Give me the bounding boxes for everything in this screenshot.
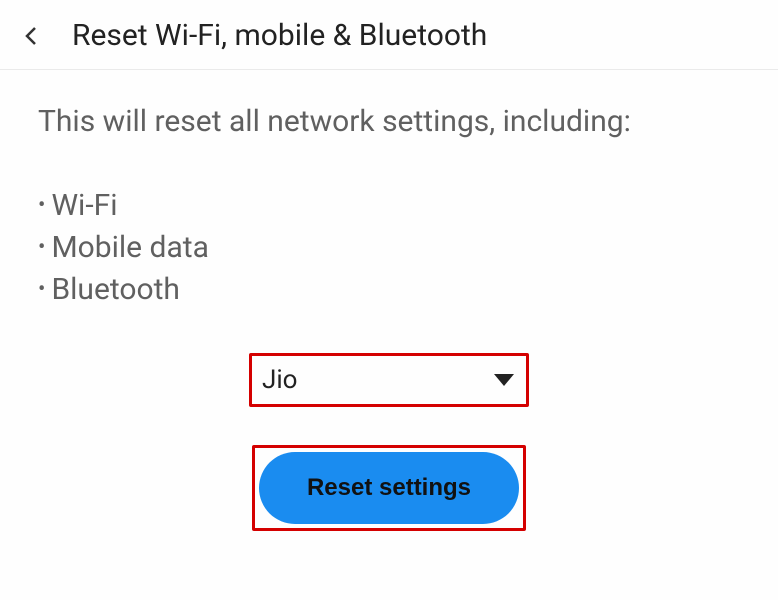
content: This will reset all network settings, in…: [0, 70, 778, 563]
bullet-dot: •: [38, 279, 45, 301]
header: Reset Wi-Fi, mobile & Bluetooth: [0, 0, 778, 70]
bullet-dot: •: [38, 195, 45, 217]
bullet-dot: •: [38, 237, 45, 259]
bullet-list: • Wi-Fi • Mobile data • Bluetooth: [38, 185, 740, 311]
reset-settings-button[interactable]: Reset settings: [259, 452, 519, 524]
dropdown-highlight: Jio: [249, 353, 529, 407]
description-text: This will reset all network settings, in…: [38, 102, 740, 143]
list-item-label: Mobile data: [51, 227, 208, 269]
list-item-label: Bluetooth: [51, 269, 180, 311]
controls: Jio Reset settings: [38, 353, 740, 531]
list-item: • Bluetooth: [38, 269, 740, 311]
button-label: Reset settings: [307, 474, 471, 502]
back-icon[interactable]: [20, 24, 44, 48]
list-item-label: Wi-Fi: [51, 185, 117, 227]
list-item: • Mobile data: [38, 227, 740, 269]
page-title: Reset Wi-Fi, mobile & Bluetooth: [72, 18, 487, 53]
chevron-down-icon: [494, 374, 514, 386]
carrier-dropdown[interactable]: Jio: [254, 358, 524, 402]
button-highlight: Reset settings: [252, 445, 526, 531]
list-item: • Wi-Fi: [38, 185, 740, 227]
dropdown-selected-text: Jio: [262, 365, 298, 395]
